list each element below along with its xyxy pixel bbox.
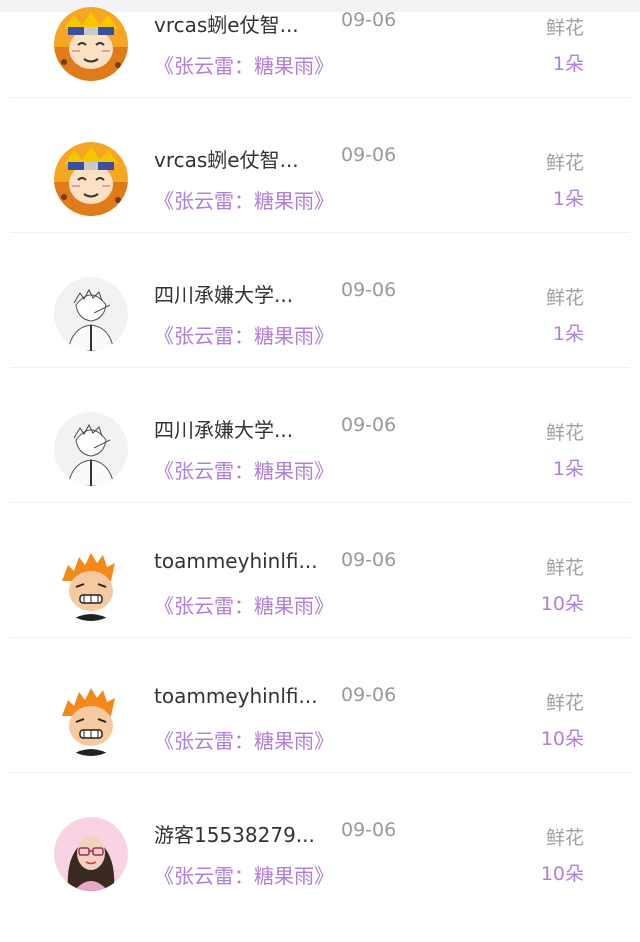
sketch-avatar[interactable]: [54, 277, 128, 351]
gift-date: 09-06: [341, 144, 397, 166]
song-title[interactable]: 《张云雷：糖果雨》: [154, 185, 334, 214]
row-divider: [10, 232, 630, 233]
gift-count: 1朵: [552, 323, 584, 345]
row-divider: [10, 367, 630, 368]
gift-row[interactable]: 游客15538279... 09-06 《张云雷：糖果雨》 鲜花 10朵: [0, 807, 640, 942]
girl-avatar[interactable]: [54, 817, 128, 891]
sender-name[interactable]: toammeyhinlfi...: [154, 549, 324, 573]
row-divider: [10, 97, 630, 98]
gift-row[interactable]: 四川承嫌大学... 09-06 《张云雷：糖果雨》 鲜花 1朵: [0, 267, 640, 402]
gift-count: 1朵: [552, 53, 584, 75]
sketch-avatar[interactable]: [54, 412, 128, 486]
gift-type-label: 鲜花: [545, 422, 584, 444]
row-divider: [10, 772, 630, 773]
song-title[interactable]: 《张云雷：糖果雨》: [154, 725, 334, 754]
gift-date: 09-06: [341, 279, 397, 301]
gift-type-label: 鲜花: [545, 17, 584, 39]
naruto-avatar[interactable]: [54, 7, 128, 81]
gift-count: 10朵: [540, 593, 584, 615]
sender-name[interactable]: vrcas蛚e仗智...: [154, 144, 324, 173]
song-title[interactable]: 《张云雷：糖果雨》: [154, 320, 334, 349]
sender-name[interactable]: vrcas蛚e仗智...: [154, 9, 324, 38]
song-title[interactable]: 《张云雷：糖果雨》: [154, 50, 334, 79]
gift-row[interactable]: vrcas蛚e仗智... 09-06 《张云雷：糖果雨》 鲜花 1朵: [0, 132, 640, 267]
gift-type-label: 鲜花: [545, 287, 584, 309]
sender-name[interactable]: toammeyhinlfi...: [154, 684, 324, 708]
gift-count: 1朵: [552, 458, 584, 480]
ichigo-avatar[interactable]: [54, 682, 128, 756]
gift-date: 09-06: [341, 684, 397, 706]
gift-row[interactable]: toammeyhinlfi... 09-06 《张云雷：糖果雨》 鲜花 10朵: [0, 537, 640, 672]
gift-row[interactable]: toammeyhinlfi... 09-06 《张云雷：糖果雨》 鲜花 10朵: [0, 672, 640, 807]
gift-row[interactable]: 四川承嫌大学... 09-06 《张云雷：糖果雨》 鲜花 1朵: [0, 402, 640, 537]
gift-type-label: 鲜花: [545, 827, 584, 849]
gift-date: 09-06: [341, 549, 397, 571]
gift-list: vrcas蛚e仗智... 09-06 《张云雷：糖果雨》 鲜花 1朵 vrcas…: [0, 0, 640, 915]
gift-type-label: 鲜花: [545, 557, 584, 579]
ichigo-avatar[interactable]: [54, 547, 128, 621]
row-divider: [10, 637, 630, 638]
gift-type-label: 鲜花: [545, 152, 584, 174]
naruto-avatar[interactable]: [54, 142, 128, 216]
song-title[interactable]: 《张云雷：糖果雨》: [154, 455, 334, 484]
gift-count: 10朵: [540, 863, 584, 885]
gift-type-label: 鲜花: [545, 692, 584, 714]
song-title[interactable]: 《张云雷：糖果雨》: [154, 590, 334, 619]
sender-name[interactable]: 四川承嫌大学...: [154, 414, 324, 443]
sender-name[interactable]: 四川承嫌大学...: [154, 279, 324, 308]
gift-date: 09-06: [341, 9, 397, 31]
gift-date: 09-06: [341, 819, 397, 841]
song-title[interactable]: 《张云雷：糖果雨》: [154, 860, 334, 889]
gift-row[interactable]: vrcas蛚e仗智... 09-06 《张云雷：糖果雨》 鲜花 1朵: [0, 0, 640, 132]
row-divider: [10, 502, 630, 503]
gift-date: 09-06: [341, 414, 397, 436]
sender-name[interactable]: 游客15538279...: [154, 819, 324, 848]
gift-count: 1朵: [552, 188, 584, 210]
gift-count: 10朵: [540, 728, 584, 750]
